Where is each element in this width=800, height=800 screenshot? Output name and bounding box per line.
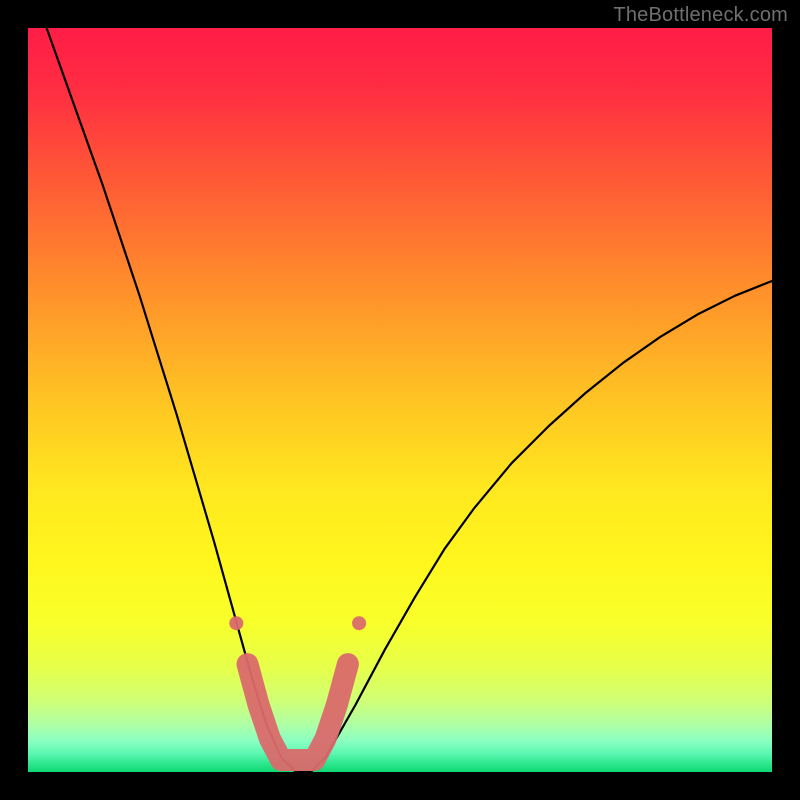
chart-frame: TheBottleneck.com — [0, 0, 800, 800]
plot-area — [28, 28, 772, 772]
watermark-text: TheBottleneck.com — [613, 4, 788, 27]
chart-svg — [28, 28, 772, 772]
